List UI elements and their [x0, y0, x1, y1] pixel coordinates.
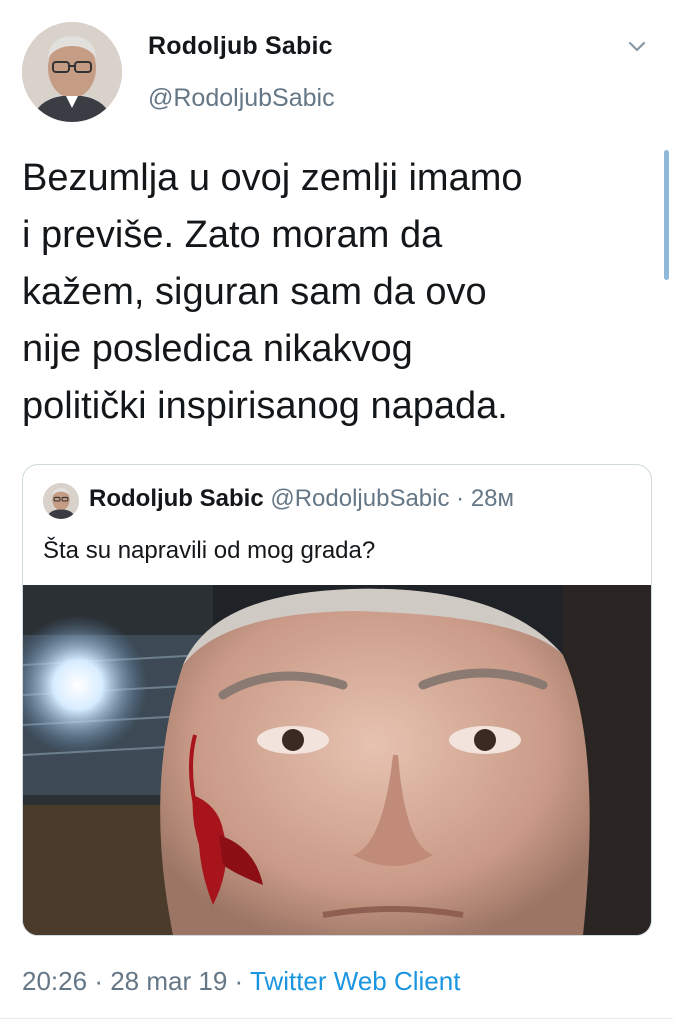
- quoted-author-name[interactable]: Rodoljub Sabic: [89, 485, 264, 512]
- tweet-text: Bezumlja u ovoj zemlji imamo i previše. …: [22, 157, 523, 427]
- quoted-tweet-card[interactable]: Rodoljub Sabic @RodoljubSabic · 28м Šta …: [22, 464, 652, 936]
- author-name[interactable]: Rodoljub Sabic: [148, 32, 333, 61]
- tweet-client-link[interactable]: Twitter Web Client: [250, 966, 460, 996]
- quoted-tweet-time[interactable]: 28м: [471, 485, 514, 512]
- author-avatar[interactable]: [22, 22, 122, 122]
- author-handle[interactable]: @RodoljubSabic: [148, 84, 335, 113]
- tweet-date[interactable]: 28 mar 19: [110, 966, 227, 996]
- quoted-tweet-text: Šta su napravili od mog grada?: [43, 537, 376, 564]
- separator-dot: ·: [234, 966, 244, 996]
- separator-dot: ·: [456, 485, 465, 512]
- quoted-author-avatar[interactable]: [43, 483, 79, 519]
- divider: [0, 1018, 673, 1019]
- quoted-tweet-photo[interactable]: [23, 585, 651, 935]
- quoted-author-handle[interactable]: @RodoljubSabic: [270, 485, 449, 512]
- chevron-down-icon[interactable]: [625, 37, 649, 57]
- profile-photo: [22, 22, 122, 122]
- scrollbar-thumb[interactable]: [664, 150, 669, 280]
- tweet-meta: 20:26 · 28 mar 19 · Twitter Web Client: [22, 966, 460, 997]
- profile-photo: [43, 483, 79, 519]
- separator-dot: ·: [94, 966, 103, 996]
- quoted-tweet-header: Rodoljub Sabic @RodoljubSabic · 28м: [89, 485, 514, 513]
- tweet-time[interactable]: 20:26: [22, 966, 87, 996]
